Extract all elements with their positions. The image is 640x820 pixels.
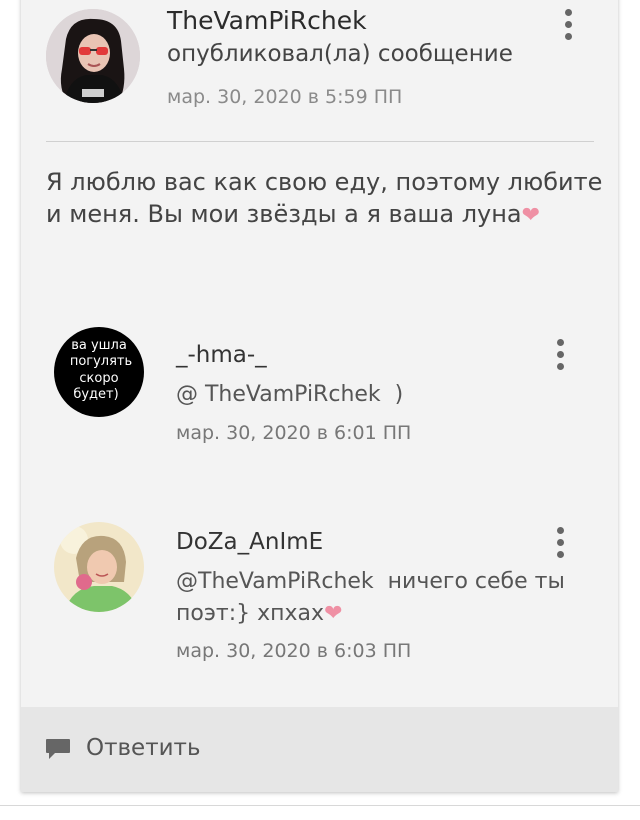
comment-item: DoZa_AnImE @TheVamPiRchek ничего себе ты…	[21, 522, 618, 672]
comment-mention[interactable]: @TheVamPiRchek	[176, 569, 374, 594]
comment-text: @TheVamPiRchek ничего себе ты поэт:} хпх…	[176, 566, 576, 630]
reply-button[interactable]: Ответить	[21, 707, 618, 792]
author-avatar[interactable]	[46, 9, 140, 103]
comment-avatar[interactable]	[54, 522, 144, 612]
heart-icon: ❤	[324, 601, 343, 626]
post-more-options-icon[interactable]	[558, 4, 578, 44]
comment-more-options-icon[interactable]	[550, 522, 570, 562]
post-timestamp: мар. 30, 2020 в 5:59 ПП	[167, 86, 403, 108]
post-text: Я люблю вас как свою еду, поэтому любите…	[46, 168, 603, 228]
speech-bubble-icon	[46, 739, 70, 759]
comment-avatar[interactable]: ва ушла погулять скоро будет)	[54, 327, 144, 417]
post-action-text: опубликовал(ла) сообщение	[167, 41, 513, 67]
avatar-text-line: погулять	[70, 354, 132, 369]
author-avatar-image	[46, 9, 140, 103]
comment-avatar-image: ва ушла погулять скоро будет)	[54, 327, 144, 417]
comment-text: @ TheVamPiRchek )	[176, 379, 576, 411]
post-card: TheVamPiRchek опубликовал(ла) сообщение …	[21, 0, 618, 792]
comment-more-options-icon[interactable]	[550, 334, 570, 374]
comment-author[interactable]: DoZa_AnImE	[176, 529, 323, 555]
comment-mention[interactable]: @ TheVamPiRchek	[176, 382, 381, 407]
bottom-divider	[0, 805, 640, 806]
avatar-text-line: скоро	[79, 371, 118, 386]
post-header: TheVamPiRchek опубликовал(ла) сообщение …	[21, 0, 618, 142]
avatar-text-line: ва ушла	[71, 338, 127, 353]
heart-icon: ❤	[521, 203, 541, 228]
comment-body: )	[394, 382, 404, 407]
comment-timestamp: мар. 30, 2020 в 6:01 ПП	[176, 422, 412, 444]
post-body: Я люблю вас как свою еду, поэтому любите…	[46, 166, 606, 232]
avatar-text-line: будет)	[73, 387, 118, 402]
reply-label: Ответить	[86, 735, 201, 761]
comment-timestamp: мар. 30, 2020 в 6:03 ПП	[176, 640, 412, 662]
author-name[interactable]: TheVamPiRchek	[167, 6, 367, 35]
comment-author[interactable]: _-hma-_	[176, 342, 267, 368]
comment-item: ва ушла погулять скоро будет) _-hma-_ @ …	[21, 327, 618, 467]
divider	[46, 141, 594, 142]
comment-avatar-image	[54, 522, 144, 612]
